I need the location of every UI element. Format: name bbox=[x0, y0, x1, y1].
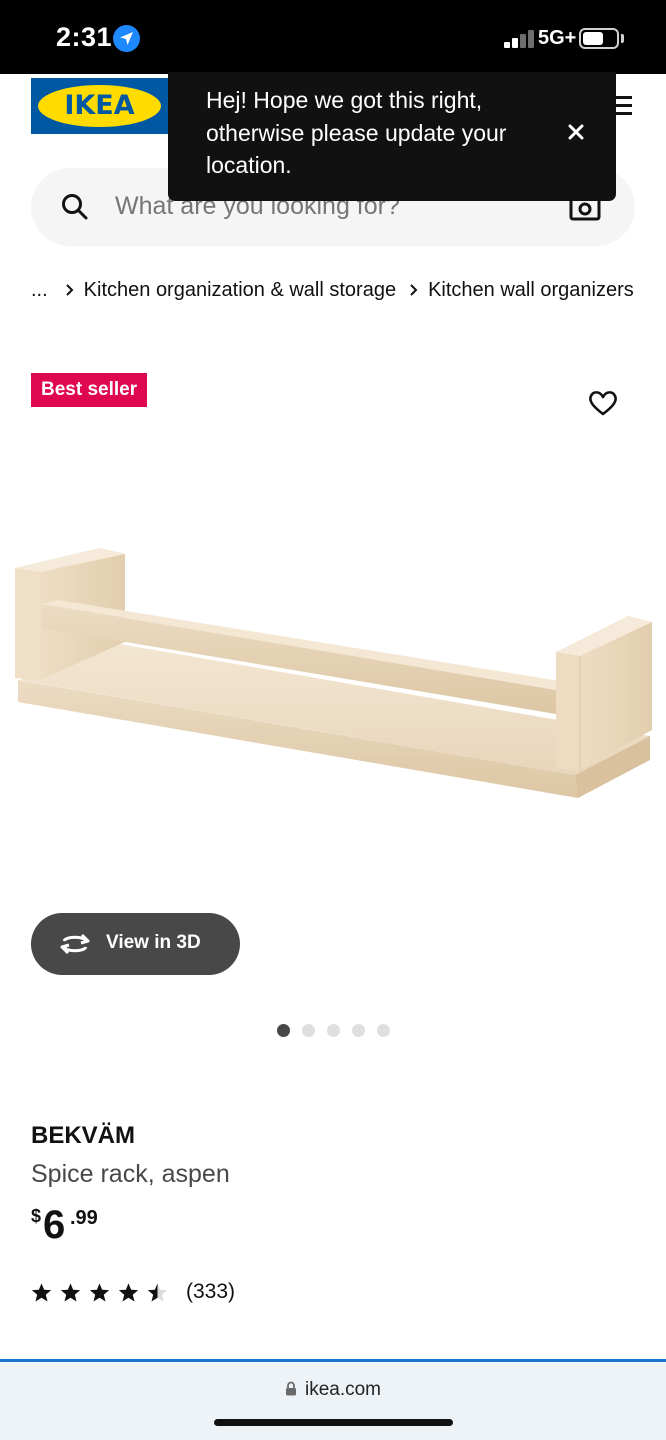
url-text: ikea.com bbox=[304, 1379, 382, 1400]
carousel-dot[interactable] bbox=[302, 1024, 315, 1037]
breadcrumb-item-kitchen-organization[interactable]: Kitchen organization & wall storage bbox=[84, 279, 396, 302]
rotate-3d-icon bbox=[60, 933, 90, 955]
url-display[interactable]: ikea.com bbox=[0, 1379, 666, 1401]
view-in-3d-button[interactable]: View in 3D bbox=[31, 913, 240, 975]
best-seller-badge: Best seller bbox=[31, 373, 148, 407]
ikea-logo[interactable]: IKEA bbox=[31, 78, 168, 134]
product-name[interactable]: BEKVÄM bbox=[31, 1122, 135, 1150]
product-description: Spice rack, aspen bbox=[31, 1160, 230, 1188]
carousel-dot[interactable] bbox=[327, 1024, 340, 1037]
breadcrumb: ... Kitchen organization & wall storage … bbox=[31, 278, 634, 302]
lock-icon bbox=[285, 1381, 296, 1396]
star-full-icon bbox=[60, 1282, 81, 1302]
battery-icon bbox=[579, 28, 619, 49]
review-count[interactable]: (333) bbox=[186, 1280, 235, 1304]
carousel-dot[interactable] bbox=[277, 1024, 290, 1037]
toast-message: Hej! Hope we got this right, otherwise p… bbox=[206, 87, 507, 178]
product-image[interactable] bbox=[0, 530, 666, 820]
chevron-right-icon bbox=[410, 284, 418, 296]
image-carousel-dots bbox=[277, 1024, 402, 1037]
logo-text: IKEA bbox=[64, 90, 135, 121]
price-integer: 6 bbox=[43, 1203, 66, 1247]
product-rating[interactable]: (333) bbox=[31, 1280, 235, 1304]
star-full-icon bbox=[118, 1282, 139, 1302]
chevron-right-icon bbox=[65, 284, 74, 296]
breadcrumb-ellipsis[interactable]: ... bbox=[31, 279, 48, 302]
location-arrow-icon bbox=[113, 25, 140, 52]
search-icon bbox=[62, 194, 88, 220]
network-type: 5G+ bbox=[538, 27, 577, 49]
price-decimal: .99 bbox=[70, 1207, 98, 1229]
star-full-icon bbox=[89, 1282, 110, 1302]
battery-tip bbox=[621, 34, 624, 43]
location-toast: Hej! Hope we got this right, otherwise p… bbox=[168, 72, 616, 201]
carousel-dot[interactable] bbox=[352, 1024, 365, 1037]
cellular-signal-icon bbox=[504, 30, 536, 48]
star-full-icon bbox=[31, 1282, 52, 1302]
price-currency: $ bbox=[31, 1206, 42, 1226]
breadcrumb-item-kitchen-wall-organizers[interactable]: Kitchen wall organizers bbox=[428, 279, 634, 302]
carousel-dot[interactable] bbox=[377, 1024, 390, 1037]
star-half-icon bbox=[147, 1282, 168, 1302]
heart-icon[interactable] bbox=[588, 389, 618, 417]
close-icon[interactable] bbox=[564, 120, 588, 144]
home-indicator[interactable] bbox=[214, 1419, 453, 1426]
status-bar: 2:31 5G+ bbox=[0, 0, 666, 74]
browser-address-bar[interactable]: ikea.com bbox=[0, 1359, 666, 1440]
view-in-3d-label: View in 3D bbox=[106, 932, 201, 953]
status-time: 2:31 bbox=[56, 22, 113, 52]
